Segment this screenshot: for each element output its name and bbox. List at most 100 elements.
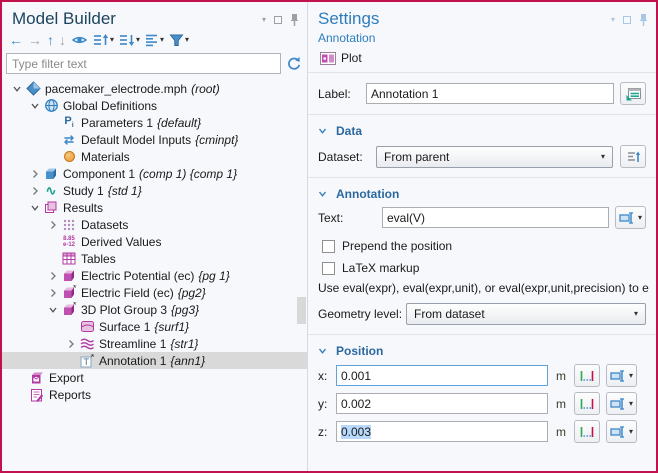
- menu-caret-icon[interactable]: ▾: [611, 16, 615, 24]
- dataset-combobox[interactable]: From parent ▾: [376, 146, 613, 168]
- tree-item-materials[interactable]: Materials: [2, 148, 307, 165]
- list-up-icon: [93, 33, 109, 47]
- annotation-text-input[interactable]: [382, 207, 609, 228]
- caret-icon: ▾: [160, 36, 164, 44]
- tree-item-results[interactable]: Results: [2, 199, 307, 216]
- tree-item-tag: {pg2}: [178, 286, 206, 300]
- refresh-icon[interactable]: [286, 56, 301, 71]
- position-rows: x:m▾y:m▾z:0.003m▾: [308, 359, 656, 448]
- position-x-label: x:: [318, 369, 336, 383]
- expand-toggle-icon[interactable]: [46, 288, 60, 298]
- separator: [308, 72, 656, 73]
- position-x-input[interactable]: [336, 365, 548, 386]
- tree-item-3d-plot-group-3[interactable]: *3D Plot Group 3{pg3}: [2, 301, 307, 318]
- toolbar-move-down-button[interactable]: ↓: [58, 32, 67, 48]
- tree-item-surface-1[interactable]: Surface 1{surf1}: [2, 318, 307, 335]
- collapse-toggle-icon[interactable]: [10, 84, 24, 94]
- toolbar-expand-all-button[interactable]: ▾: [92, 32, 115, 48]
- filter-input[interactable]: [6, 53, 281, 74]
- selected-text: 0.003: [341, 425, 371, 439]
- geometry-level-combobox[interactable]: From dataset ▾: [406, 303, 646, 325]
- tree-item-derived-values[interactable]: 8.85e-12Derived Values: [2, 233, 307, 250]
- menu-caret-icon[interactable]: ▾: [262, 16, 266, 24]
- tree-item-label: Parameters 1{default}: [81, 116, 201, 130]
- insert-expression-button[interactable]: ▾: [606, 364, 637, 387]
- toolbar-filter-button[interactable]: ▾: [168, 32, 190, 48]
- toolbar-forward-button[interactable]: →: [27, 32, 43, 48]
- tree-item-streamline-1[interactable]: Streamline 1{str1}: [2, 335, 307, 352]
- text-row: Text: ▾: [308, 206, 656, 229]
- surface-icon: [78, 320, 96, 333]
- position-z-input[interactable]: 0.003: [336, 421, 548, 442]
- position-y-input[interactable]: [336, 393, 548, 414]
- toolbar-collapse-all-button[interactable]: ▾: [118, 32, 141, 48]
- tree-item-label: pacemaker_electrode.mph(root): [45, 82, 220, 96]
- float-window-icon[interactable]: [623, 16, 631, 24]
- range-button[interactable]: [574, 420, 600, 443]
- tree-item-datasets[interactable]: Datasets: [2, 216, 307, 233]
- tree-item-tag: (root): [191, 82, 220, 96]
- section-header-position[interactable]: Position: [308, 341, 656, 359]
- collapse-toggle-icon[interactable]: [28, 203, 42, 213]
- tree-item-study-1[interactable]: ∿Study 1{std 1}: [2, 182, 307, 199]
- tree-item-reports[interactable]: Reports: [2, 386, 307, 403]
- range-icon: [579, 369, 595, 383]
- section-header-annotation[interactable]: Annotation: [308, 184, 656, 202]
- pin-icon[interactable]: [639, 13, 648, 26]
- tree-item-tables[interactable]: Tables: [2, 250, 307, 267]
- combo-caret-icon: ▾: [629, 428, 633, 436]
- tree-item-global-definitions[interactable]: Global Definitions: [2, 97, 307, 114]
- toolbar-back-button[interactable]: ←: [8, 32, 24, 48]
- go-to-source-button[interactable]: [620, 145, 646, 168]
- geometry-level-row: Geometry level: From dataset ▾: [308, 303, 656, 325]
- chevron-down-icon: [318, 347, 327, 355]
- tree-item-label: Default Model Inputs{cminpt}: [81, 133, 238, 147]
- range-button[interactable]: [574, 364, 600, 387]
- globe-icon: [42, 98, 60, 113]
- toolbar-model-tree-node-text-button[interactable]: ▾: [144, 32, 165, 48]
- parameters-icon: Pi: [60, 115, 78, 129]
- position-z-row: z:0.003m▾: [308, 420, 656, 443]
- expand-toggle-icon[interactable]: [28, 169, 42, 179]
- insert-expression-button[interactable]: ▾: [606, 392, 637, 415]
- dataset-row: Dataset: From parent ▾: [308, 145, 656, 168]
- float-window-icon[interactable]: [274, 16, 282, 24]
- tree-item-tag: {pg 1}: [198, 269, 229, 283]
- tree-item-pacemaker-electrode-mph[interactable]: pacemaker_electrode.mph(root): [2, 80, 307, 97]
- derived-values-icon: 8.85e-12: [60, 236, 78, 248]
- tree-item-annotation-1[interactable]: T*Annotation 1{ann1}: [2, 352, 307, 369]
- edit-field-icon: [610, 425, 626, 439]
- svg-text:*: *: [73, 285, 77, 293]
- insert-expression-button[interactable]: ▾: [615, 206, 646, 229]
- section-header-data[interactable]: Data: [308, 121, 656, 139]
- tree-item-electric-field-ec[interactable]: *Electric Field (ec){pg2}: [2, 284, 307, 301]
- latex-markup-checkbox[interactable]: [322, 262, 335, 275]
- tree-item-label: Electric Potential (ec){pg 1}: [81, 269, 230, 283]
- label-input[interactable]: [366, 83, 614, 104]
- pin-icon[interactable]: [290, 13, 299, 26]
- prepend-position-checkbox[interactable]: [322, 240, 335, 253]
- tree-item-parameters-1[interactable]: PiParameters 1{default}: [2, 114, 307, 131]
- expand-toggle-icon[interactable]: [46, 271, 60, 281]
- tree-item-default-model-inputs[interactable]: ⇄Default Model Inputs{cminpt}: [2, 131, 307, 148]
- tree-item-component-1[interactable]: Component 1(comp 1) {comp 1}: [2, 165, 307, 182]
- expand-toggle-icon[interactable]: [64, 339, 78, 349]
- collapse-toggle-icon[interactable]: [28, 101, 42, 111]
- position-y-row: y:m▾: [308, 392, 656, 415]
- model-builder-toolbar: ←→↑↓▾▾▾▾: [2, 29, 307, 50]
- expand-toggle-icon[interactable]: [28, 186, 42, 196]
- plot-button[interactable]: Plot: [316, 49, 366, 67]
- tree-item-electric-potential-ec[interactable]: Electric Potential (ec){pg 1}: [2, 267, 307, 284]
- show-node-in-window-button[interactable]: [620, 82, 646, 105]
- collapse-toggle-icon[interactable]: [46, 305, 60, 315]
- tree-scrollbar-thumb[interactable]: [297, 297, 306, 324]
- tree-item-export[interactable]: Export: [2, 369, 307, 386]
- toolbar-move-up-button[interactable]: ↑: [46, 32, 55, 48]
- expand-toggle-icon[interactable]: [46, 220, 60, 230]
- model-inputs-icon: ⇄: [60, 133, 78, 147]
- toolbar-show-button[interactable]: [70, 32, 89, 48]
- text-label: Text:: [318, 211, 382, 225]
- range-button[interactable]: [574, 392, 600, 415]
- unit-label: m: [554, 369, 568, 383]
- insert-expression-button[interactable]: ▾: [606, 420, 637, 443]
